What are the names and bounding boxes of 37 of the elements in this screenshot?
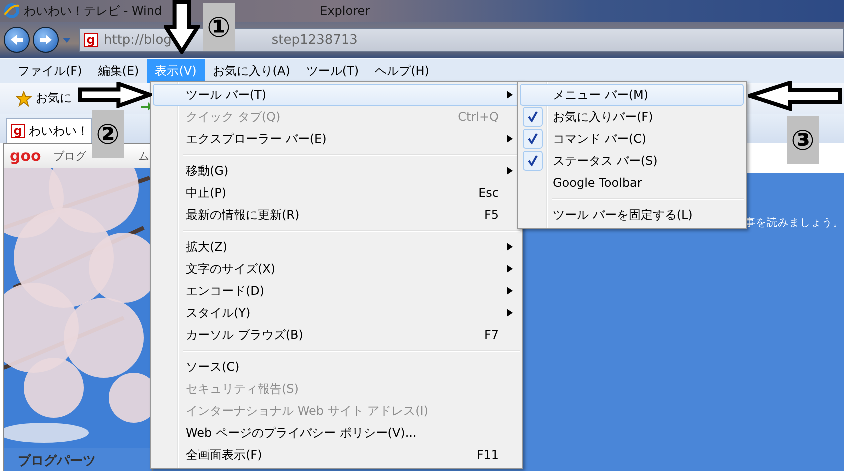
nav-link[interactable]: ブログ (53, 148, 86, 164)
sidebar-heading: ブログパーツ (4, 448, 152, 471)
nav-link[interactable]: ム (138, 148, 150, 164)
menu-item[interactable]: ファイル(F) (10, 59, 90, 83)
menu-item[interactable]: 編集(E) (90, 59, 148, 83)
menu-item[interactable]: ツール バーを固定する(L) (520, 204, 744, 226)
menu-item[interactable]: エンコード(D) (153, 280, 520, 302)
step-number: ① (203, 3, 235, 51)
menu-item[interactable]: カーソル ブラウズ(B) F7 (153, 324, 520, 346)
menu-item[interactable]: メニュー バー(M) (520, 84, 744, 106)
menu-item[interactable]: 文字のサイズ(X) (153, 258, 520, 280)
site-icon: g (11, 124, 25, 138)
menu-item[interactable]: お気に入りバー(F) (520, 106, 744, 128)
menu-item[interactable]: スタイル(Y) (153, 302, 520, 324)
menu-item[interactable]: ツール(T) (298, 59, 368, 83)
menu-item[interactable]: 拡大(Z) (153, 236, 520, 258)
menu-item[interactable]: Google Toolbar (520, 172, 744, 194)
window-title: わいわい！テレビ - Wind (24, 2, 162, 20)
menu-item[interactable]: ソース(C) (153, 356, 520, 378)
step-number: ③ (787, 116, 819, 164)
menu-item[interactable]: 中止(P) Esc (153, 182, 520, 204)
menu-item[interactable]: 最新の情報に更新(R) F5 (153, 204, 520, 226)
menu-item[interactable]: ヘルプ(H) (367, 59, 438, 83)
menu-item[interactable]: コマンド バー(C) (520, 128, 744, 150)
favorites-button[interactable]: お気に (36, 90, 72, 107)
menu-item[interactable]: ステータス バー(S) (520, 150, 744, 172)
browser-tab[interactable]: g わいわい！ (6, 118, 92, 143)
site-logo[interactable]: goo (10, 147, 42, 165)
site-icon: g (84, 33, 98, 47)
menu-item[interactable]: 全画面表示(F) F11 (153, 444, 520, 466)
menu-item[interactable]: Web ページのプライバシー ポリシー(V)... (153, 422, 520, 444)
menu-item[interactable]: お気に入り(A) (204, 59, 298, 83)
menu-item[interactable]: ツール バー(T) (153, 84, 520, 106)
menu-item[interactable]: 移動(G) (153, 160, 520, 182)
menu-item[interactable]: エクスプローラー バー(E) (153, 128, 520, 150)
step-number: ② (92, 110, 124, 158)
window-title: Explorer (320, 4, 370, 18)
